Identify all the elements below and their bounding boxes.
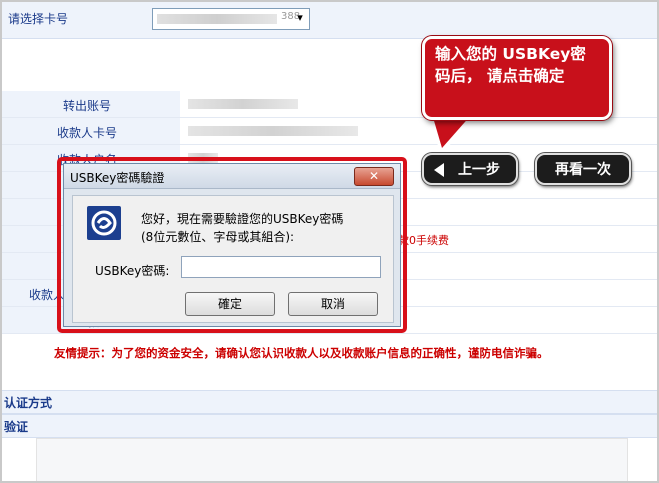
card-select-label: 请选择卡号 [8, 12, 69, 26]
masked-value [188, 99, 298, 109]
verify-section: 验证 [2, 414, 657, 438]
section-title: 验证 [4, 420, 29, 434]
replay-button[interactable]: 再看一次 [535, 153, 631, 185]
masked-card-number [157, 14, 277, 24]
dialog-body: 您好，現在需要驗證您的USBKey密碼 (8位元數位、字母或其組合): USBK… [72, 195, 394, 323]
bank-logo-icon [87, 206, 121, 240]
usbkey-password-input[interactable] [181, 256, 381, 278]
verification-panel [36, 438, 628, 481]
instruction-callout: 输入您的 USBKey密码后， 请点击确定 [422, 36, 612, 120]
usbkey-password-dialog: USBKey密碼驗證 ✕ 您好，現在需要驗證您的USBKey密碼 (8位元數位、… [63, 163, 401, 327]
field-label: 转出账号 [62, 99, 111, 113]
security-tip: 友情提示：为了您的资金安全，请确认您认识收款人以及收款账户信息的正确性，谨防电信… [54, 346, 549, 360]
arrow-left-icon [434, 163, 444, 177]
close-button[interactable]: ✕ [354, 167, 394, 186]
cancel-button[interactable]: 取消 [288, 292, 378, 316]
field-label: 收款人卡号 [56, 126, 117, 140]
ok-button[interactable]: 確定 [185, 292, 275, 316]
password-label: USBKey密碼: [95, 264, 170, 278]
form-row-payee-card: 收款人卡号 [2, 118, 657, 145]
prev-step-label: 上一步 [458, 162, 500, 178]
dialog-message-line2: (8位元數位、字母或其組合): [141, 230, 295, 244]
auth-method-section: 认证方式 [2, 390, 657, 414]
dialog-titlebar[interactable]: USBKey密碼驗證 ✕ [64, 164, 400, 189]
dialog-message-line1: 您好，現在需要驗證您的USBKey密碼 [141, 212, 344, 226]
section-title: 认证方式 [4, 396, 53, 410]
prev-step-button[interactable]: 上一步 [422, 153, 518, 185]
dialog-title: USBKey密碼驗證 [70, 171, 165, 185]
chevron-down-icon[interactable]: ▾ [293, 11, 307, 25]
browser-frame: 请选择卡号 388 ▾ 转出账号 收款人卡号 收款人户名 转账 大写 手续 交易 [0, 0, 659, 483]
card-select-dropdown[interactable]: 388 ▾ [152, 8, 310, 30]
masked-value [188, 126, 358, 136]
card-select-row: 请选择卡号 388 ▾ [2, 2, 657, 39]
